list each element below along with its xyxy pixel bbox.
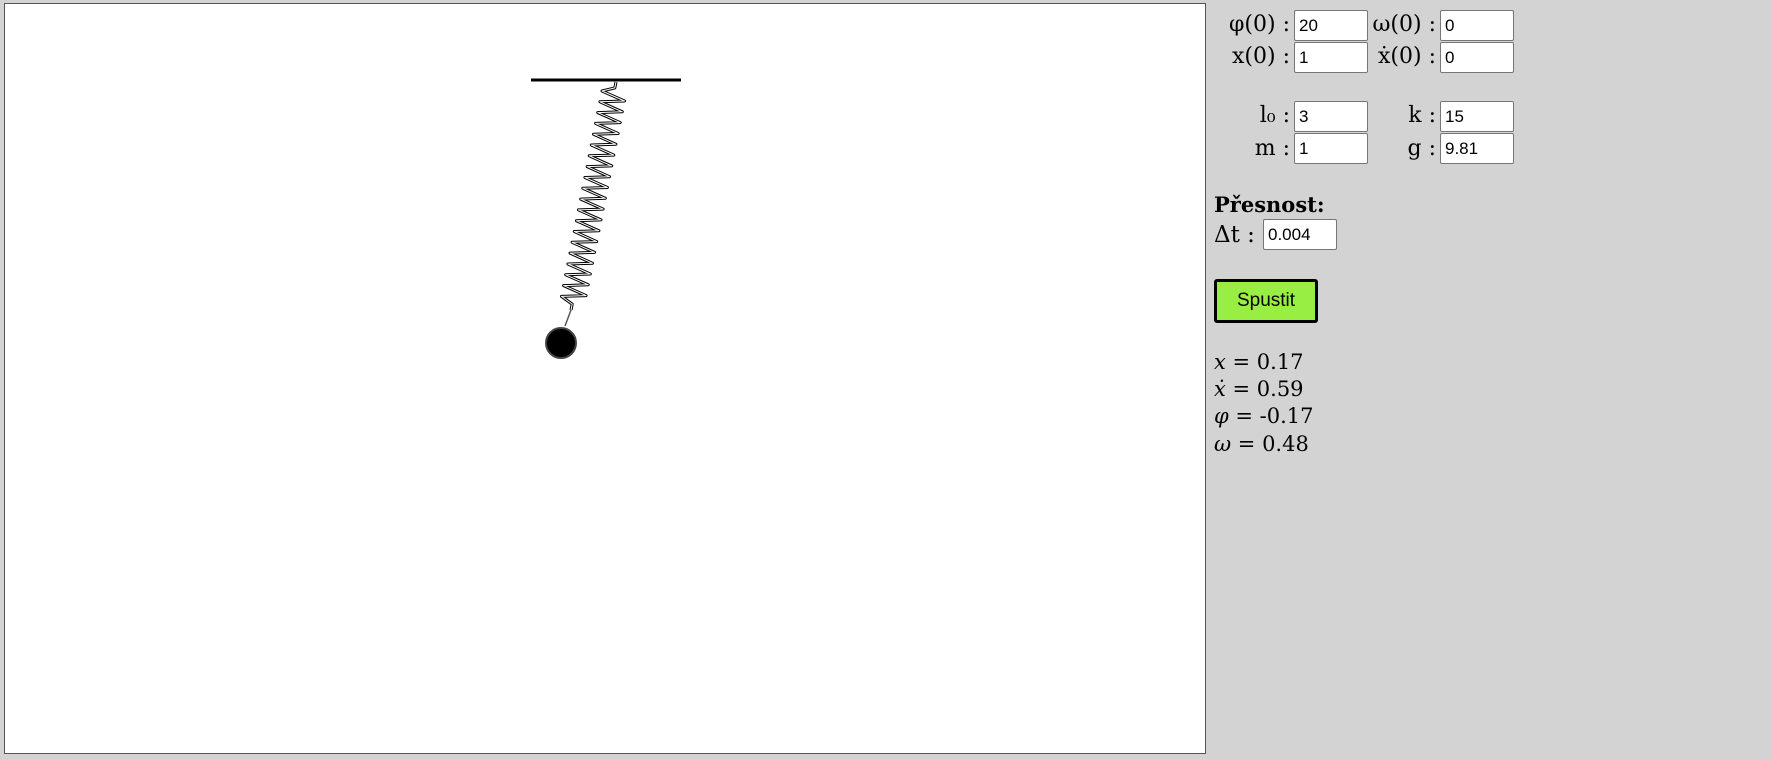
omega0-input[interactable]	[1440, 10, 1514, 41]
dt-input[interactable]	[1263, 219, 1337, 250]
g-label: g :	[1407, 136, 1437, 161]
m-input[interactable]	[1294, 133, 1368, 164]
m-label: m :	[1254, 136, 1290, 161]
readout-xdot: ẋ = 0.59	[1214, 376, 1304, 403]
dt-label: Δt :	[1214, 222, 1255, 248]
readout-omega-symbol: ω	[1214, 432, 1232, 456]
xdot0-label: ẋ(0) :	[1378, 44, 1436, 69]
readout-xdot-value: = 0.59	[1225, 377, 1304, 401]
precision-heading: Přesnost:	[1214, 192, 1325, 217]
pendulum-drawing	[531, 78, 681, 359]
readout-x: x = 0.17	[1214, 349, 1304, 376]
readout-xdot-symbol: ẋ	[1214, 377, 1226, 401]
simulation-canvas	[4, 3, 1206, 754]
omega0-label: ω(0) :	[1372, 12, 1436, 37]
spring-end-rod	[564, 309, 572, 327]
x0-label: x(0) :	[1232, 44, 1290, 69]
l0-input[interactable]	[1294, 101, 1368, 132]
k-label: k :	[1408, 103, 1436, 128]
readout-omega-value: = 0.48	[1231, 432, 1309, 456]
spring-coil	[560, 81, 626, 311]
phi0-label: φ(0) :	[1229, 12, 1290, 37]
readout-phi-value: = -0.17	[1228, 404, 1314, 428]
readout-omega: ω = 0.48	[1214, 431, 1309, 458]
phi0-input[interactable]	[1294, 10, 1368, 41]
g-input[interactable]	[1440, 133, 1514, 164]
xdot0-input[interactable]	[1440, 42, 1514, 73]
l0-label: l₀ :	[1259, 103, 1290, 128]
readout-phi: φ = -0.17	[1214, 403, 1314, 430]
x0-input[interactable]	[1294, 42, 1368, 73]
k-input[interactable]	[1440, 101, 1514, 132]
pendulum-bob	[545, 327, 577, 359]
readout-phi-symbol: φ	[1214, 404, 1229, 428]
readout-x-symbol: x	[1214, 350, 1226, 374]
readout-x-value: = 0.17	[1225, 350, 1304, 374]
run-button[interactable]: Spustit	[1214, 279, 1318, 323]
